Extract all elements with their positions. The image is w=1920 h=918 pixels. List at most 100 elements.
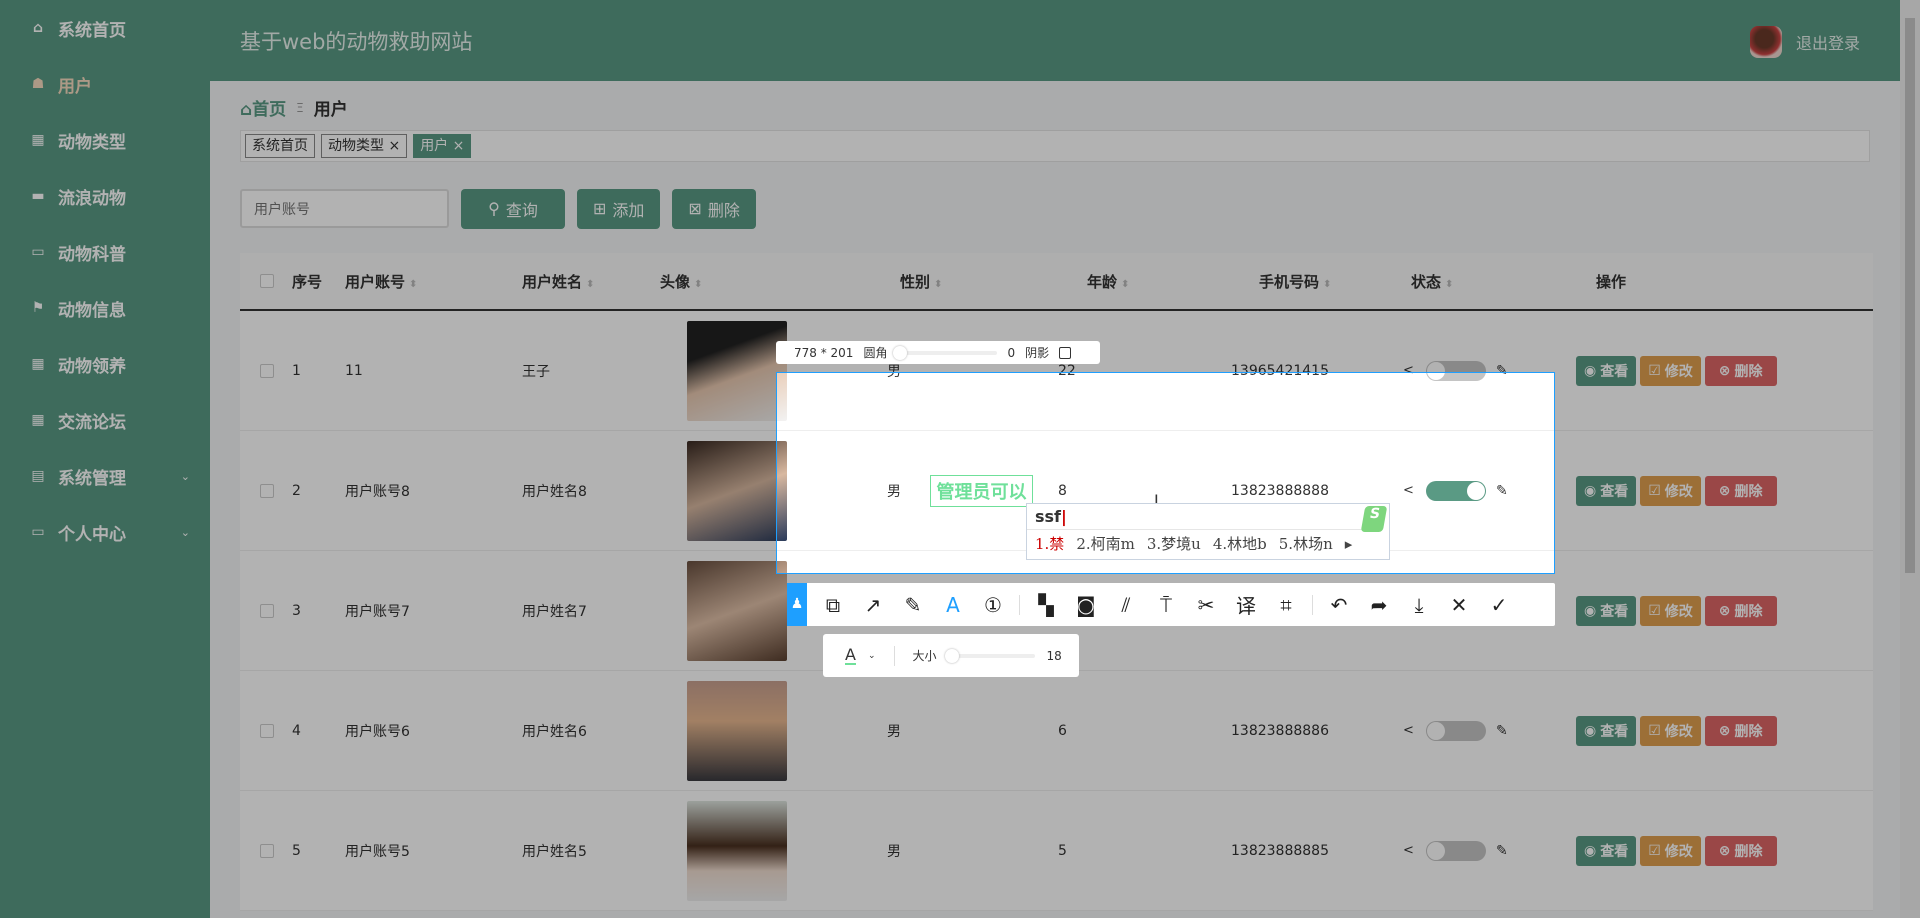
sidebar-item[interactable]: ▦ 交流论坛 xyxy=(0,392,210,448)
view-button[interactable]: ◉ 查看 xyxy=(1576,715,1637,746)
scrollbar-thumb[interactable] xyxy=(1905,18,1915,573)
shadow-checkbox[interactable] xyxy=(1059,346,1072,359)
sidebar-item[interactable]: ☗ 用户 xyxy=(0,56,210,112)
row-checkbox[interactable] xyxy=(260,483,274,498)
sidebar-item[interactable]: ⌂ 系统首页 xyxy=(0,0,210,56)
status-toggle[interactable] xyxy=(1426,360,1486,381)
ime-candidate[interactable]: 2.柯南m xyxy=(1076,530,1135,558)
row-delete-button[interactable]: ⊗ 删除 xyxy=(1704,835,1777,866)
share-icon[interactable]: ➦ xyxy=(1359,593,1399,617)
translate-icon[interactable]: 译 xyxy=(1226,590,1266,619)
column-header[interactable]: 用户账号 ⬍ xyxy=(345,271,417,292)
ime-next-page-icon[interactable]: ▸ xyxy=(1345,530,1353,558)
edit-button[interactable]: ☑ 修改 xyxy=(1640,355,1701,386)
row-delete-button[interactable]: ⊗ 删除 xyxy=(1704,715,1777,746)
edit-pencil-icon[interactable]: ✎ xyxy=(1496,843,1508,859)
row-checkbox[interactable] xyxy=(260,723,274,738)
text-tool-icon[interactable]: A xyxy=(933,593,973,617)
view-button[interactable]: ◉ 查看 xyxy=(1576,475,1637,506)
ime-candidate[interactable]: 4.林地b xyxy=(1213,530,1267,558)
close-icon[interactable]: ✕ xyxy=(1439,593,1479,617)
share-icon[interactable]: < xyxy=(1403,723,1414,738)
eye-icon: ◉ xyxy=(1584,362,1597,379)
breadcrumb-home[interactable]: ⌂首页 xyxy=(240,95,286,120)
sort-icon[interactable]: ⬍ xyxy=(1121,279,1129,290)
mosaic-tool-icon[interactable]: ▚ xyxy=(1026,593,1066,617)
sidebar-item[interactable]: ▭ 个人中心 ⌄ xyxy=(0,504,210,560)
sort-icon[interactable]: ⬍ xyxy=(934,279,942,290)
row-delete-button[interactable]: ⊗ 删除 xyxy=(1704,595,1777,626)
row-checkbox[interactable] xyxy=(260,843,274,858)
download-icon[interactable]: ⤓ xyxy=(1399,593,1439,617)
pen-tool-icon[interactable]: ✎ xyxy=(893,593,933,617)
ime-candidate[interactable]: 3.梦境u xyxy=(1147,530,1201,558)
font-color-picker[interactable]: A xyxy=(845,646,856,665)
edit-pencil-icon[interactable]: ✎ xyxy=(1496,483,1508,499)
number-tool-icon[interactable]: ① xyxy=(973,593,1013,617)
sidebar-item[interactable]: ▤ 系统管理 ⌄ xyxy=(0,448,210,504)
share-icon[interactable]: < xyxy=(1403,843,1414,858)
home-icon: ⌂ xyxy=(32,20,44,36)
size-slider[interactable] xyxy=(944,648,1035,663)
edit-button[interactable]: ☑ 修改 xyxy=(1640,595,1701,626)
row-checkbox[interactable] xyxy=(260,363,274,378)
pin-icon[interactable]: ⍑ xyxy=(1146,593,1186,617)
sidebar-item[interactable]: ▦ 动物类型 xyxy=(0,112,210,168)
tab-animal-type[interactable]: 动物类型 × xyxy=(321,134,408,158)
edit-button[interactable]: ☑ 修改 xyxy=(1640,715,1701,746)
column-header[interactable]: 用户姓名 ⬍ xyxy=(522,271,594,292)
arrow-tool-icon[interactable]: ↗ xyxy=(853,593,893,617)
shape-tool-icon[interactable]: ⧉ xyxy=(813,593,853,617)
ime-candidate[interactable]: 5.林场n xyxy=(1279,530,1333,558)
sort-icon[interactable]: ⬍ xyxy=(409,279,417,290)
sidebar-item[interactable]: ▦ 动物领养 xyxy=(0,336,210,392)
sidebar-item[interactable]: ▬ 流浪动物 xyxy=(0,168,210,224)
edit-pencil-icon[interactable]: ✎ xyxy=(1496,723,1508,739)
row-delete-button[interactable]: ⊗ 删除 xyxy=(1704,475,1777,506)
sort-icon[interactable]: ⬍ xyxy=(1445,279,1453,290)
edit-button[interactable]: ☑ 修改 xyxy=(1640,475,1701,506)
sort-icon[interactable]: ⬍ xyxy=(1323,279,1331,290)
edit-button[interactable]: ☑ 修改 xyxy=(1640,835,1701,866)
column-header[interactable]: 头像 ⬍ xyxy=(660,271,702,292)
query-button[interactable]: ⚲ 查询 xyxy=(461,189,565,229)
tab-home[interactable]: 系统首页 xyxy=(245,134,315,158)
account-search-input[interactable] xyxy=(240,189,449,228)
add-button[interactable]: ⊞ 添加 xyxy=(577,189,661,229)
row-delete-button[interactable]: ⊗ 删除 xyxy=(1704,355,1777,386)
tab-user[interactable]: 用户 × xyxy=(413,134,472,158)
undo-icon[interactable]: ↶ xyxy=(1319,593,1359,617)
sidebar-item[interactable]: ▭ 动物科普 xyxy=(0,224,210,280)
share-icon[interactable]: < xyxy=(1403,483,1414,498)
status-toggle[interactable] xyxy=(1426,480,1486,501)
edit-pencil-icon[interactable]: ✎ xyxy=(1496,363,1508,379)
row-checkbox[interactable] xyxy=(260,603,274,618)
delete-button[interactable]: ⊠ 删除 xyxy=(672,189,756,229)
confirm-icon[interactable]: ✓ xyxy=(1479,593,1519,617)
status-toggle[interactable] xyxy=(1426,840,1486,861)
sidebar-item[interactable]: ⚑ 动物信息 xyxy=(0,280,210,336)
divider xyxy=(1019,594,1020,615)
sort-icon[interactable]: ⬍ xyxy=(694,279,702,290)
ime-candidate[interactable]: 1.禁 xyxy=(1035,530,1064,558)
scrollbar[interactable] xyxy=(1900,0,1920,918)
scissors-icon[interactable]: ✂ xyxy=(1186,593,1226,617)
column-header[interactable]: 状态 ⬍ xyxy=(1411,271,1453,292)
hatch-tool-icon[interactable]: ⫽ xyxy=(1106,593,1146,617)
blur-tool-icon[interactable]: ◙ xyxy=(1066,593,1106,617)
logout-button[interactable]: 退出登录 xyxy=(1749,26,1860,58)
select-all-checkbox[interactable] xyxy=(260,274,274,288)
view-button[interactable]: ◉ 查看 xyxy=(1576,355,1637,386)
table-row: 4 用户账号6 用户姓名6 男 6 13823888886 < ✎ ◉ 查看 ☑ 修改… xyxy=(240,671,1873,791)
ocr-icon[interactable]: ⌗ xyxy=(1266,593,1306,617)
column-header[interactable]: 性别 ⬍ xyxy=(900,271,942,292)
sort-icon[interactable]: ⬍ xyxy=(586,279,594,290)
text-annotation[interactable]: 管理员可以 xyxy=(930,475,1033,507)
view-button[interactable]: ◉ 查看 xyxy=(1576,835,1637,866)
status-toggle[interactable] xyxy=(1426,720,1486,741)
share-icon[interactable]: < xyxy=(1403,363,1414,378)
column-header[interactable]: 年龄 ⬍ xyxy=(1087,271,1129,292)
view-button[interactable]: ◉ 查看 xyxy=(1576,595,1637,626)
radius-slider[interactable] xyxy=(893,345,998,360)
column-header[interactable]: 手机号码 ⬍ xyxy=(1259,271,1331,292)
